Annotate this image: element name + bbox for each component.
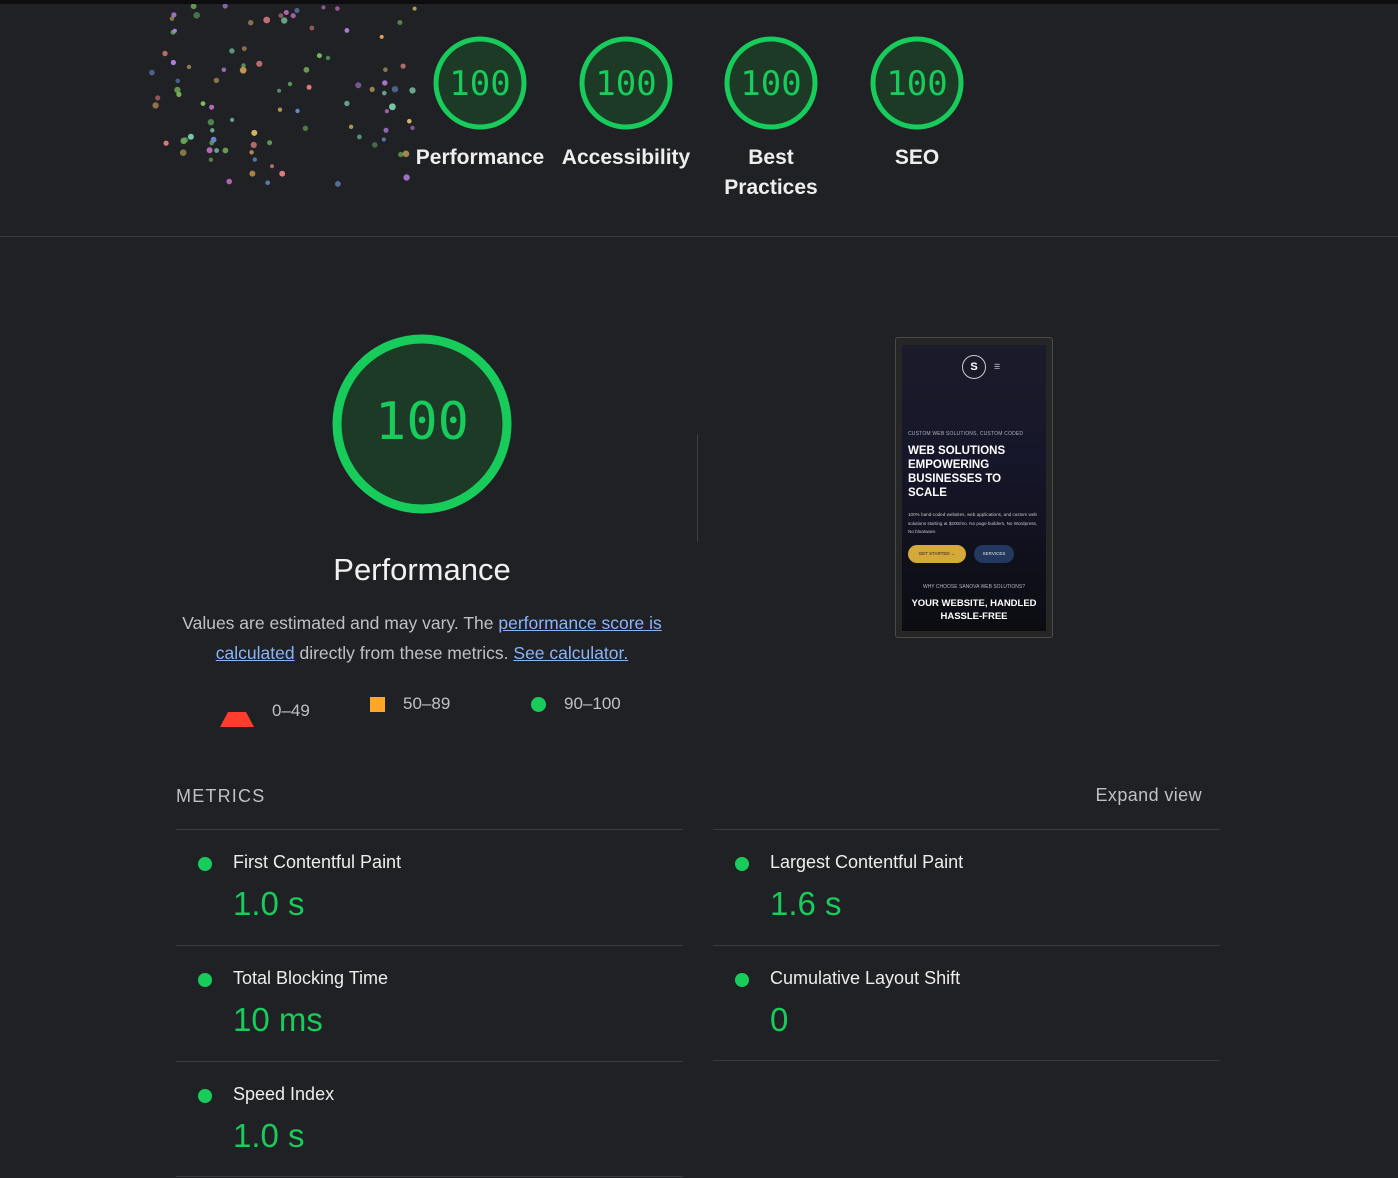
screenshot-screen: S ☰ CUSTOM WEB SOLUTIONS, CUSTOM CODED W… xyxy=(902,345,1046,631)
svg-text:100: 100 xyxy=(595,64,656,104)
metric-total-blocking-time: Total Blocking Time 10 ms xyxy=(176,945,683,1061)
svg-text:100: 100 xyxy=(449,64,510,104)
see-calculator-link[interactable]: See calculator. xyxy=(513,643,628,663)
category-seo[interactable]: 100 SEO xyxy=(847,35,987,173)
svg-text:100: 100 xyxy=(375,392,469,452)
site-logo: S xyxy=(962,355,986,379)
site-eyebrow: CUSTOM WEB SOLUTIONS, CUSTOM CODED xyxy=(908,431,1024,437)
metric-divider xyxy=(176,1176,683,1177)
expand-view-toggle[interactable]: Expand view xyxy=(1060,785,1202,806)
description-text: Values are estimated and may vary. The xyxy=(182,613,499,633)
category-accessibility[interactable]: 100 Accessibility xyxy=(556,35,696,173)
site-headline: WEB SOLUTIONS EMPOWERING BUSINESSES TO S… xyxy=(908,445,1006,499)
pass-circle-icon xyxy=(531,696,546,712)
seo-gauge: 100 xyxy=(870,36,964,130)
metric-cumulative-layout-shift: Cumulative Layout Shift 0 xyxy=(713,945,1220,1061)
metric-divider xyxy=(713,1060,1220,1061)
pass-circle-icon xyxy=(198,1089,212,1103)
pass-circle-icon xyxy=(735,857,749,871)
category-label-best-practices: Best Practices xyxy=(724,146,818,199)
metric-value: 1.0 s xyxy=(233,1117,305,1154)
site-services-button: SERVICES xyxy=(974,545,1014,563)
metric-label: Largest Contentful Paint xyxy=(770,852,964,872)
vertical-divider xyxy=(697,434,698,542)
accessibility-gauge: 100 xyxy=(579,36,673,130)
hamburger-menu-icon: ☰ xyxy=(994,364,1001,371)
metrics-heading: METRICS xyxy=(176,786,266,806)
svg-text:100: 100 xyxy=(740,64,801,104)
fail-triangle-icon xyxy=(220,694,254,727)
metric-label: Total Blocking Time xyxy=(233,968,389,988)
metric-label: Cumulative Layout Shift xyxy=(770,968,961,988)
confetti-decoration xyxy=(149,4,417,187)
metric-label: First Contentful Paint xyxy=(233,852,402,872)
metric-value: 1.0 s xyxy=(233,885,305,922)
performance-description: Values are estimated and may vary. The p… xyxy=(172,608,672,668)
legend-pass: 90–100 xyxy=(531,694,621,714)
category-best-practices[interactable]: 100 Best Practices xyxy=(701,35,841,203)
legend-label-average: 50–89 xyxy=(403,694,451,713)
pass-circle-icon xyxy=(198,857,212,871)
legend-label-pass: 90–100 xyxy=(564,694,621,713)
metric-value: 1.6 s xyxy=(770,885,842,922)
category-label-performance: Performance xyxy=(415,146,545,169)
site-subheadline: YOUR WEBSITE, HANDLED HASSLE-FREE xyxy=(911,598,1037,622)
metric-largest-contentful-paint: Largest Contentful Paint 1.6 s xyxy=(713,829,1220,945)
pass-circle-icon xyxy=(735,973,749,987)
performance-title: Performance xyxy=(333,552,511,587)
pass-circle-icon xyxy=(198,973,212,987)
performance-score-gauge: 100 xyxy=(332,334,512,514)
site-get-started-button: GET STARTED → xyxy=(908,545,966,563)
category-performance[interactable]: 100 Performance xyxy=(410,35,550,173)
performance-gauge: 100 xyxy=(433,36,527,130)
metric-label: Speed Index xyxy=(233,1084,335,1104)
metric-value: 10 ms xyxy=(233,1001,323,1038)
metric-speed-index: Speed Index 1.0 s xyxy=(176,1061,683,1177)
average-square-icon xyxy=(370,696,385,712)
category-label-accessibility: Accessibility xyxy=(561,146,691,169)
legend-label-fail: 0–49 xyxy=(272,700,310,720)
legend-average: 50–89 xyxy=(370,694,450,714)
category-label-seo: SEO xyxy=(894,146,940,169)
legend-fail: 0–49 xyxy=(220,694,310,727)
best-practices-gauge: 100 xyxy=(724,36,818,130)
scores-header: 100 Performance 100 Accessibility 100 Be… xyxy=(0,4,1398,237)
site-why-heading: WHY CHOOSE SANOVA WEB SOLUTIONS? xyxy=(922,584,1026,590)
metric-value: 0 xyxy=(770,1001,789,1038)
description-text-middle: directly from these metrics. xyxy=(294,643,514,663)
svg-text:100: 100 xyxy=(886,64,947,104)
site-body-text: 100% hand-coded websites, web applicatio… xyxy=(908,512,1038,534)
final-screenshot-thumbnail[interactable]: S ☰ CUSTOM WEB SOLUTIONS, CUSTOM CODED W… xyxy=(895,337,1053,638)
metric-first-contentful-paint: First Contentful Paint 1.0 s xyxy=(176,829,683,945)
